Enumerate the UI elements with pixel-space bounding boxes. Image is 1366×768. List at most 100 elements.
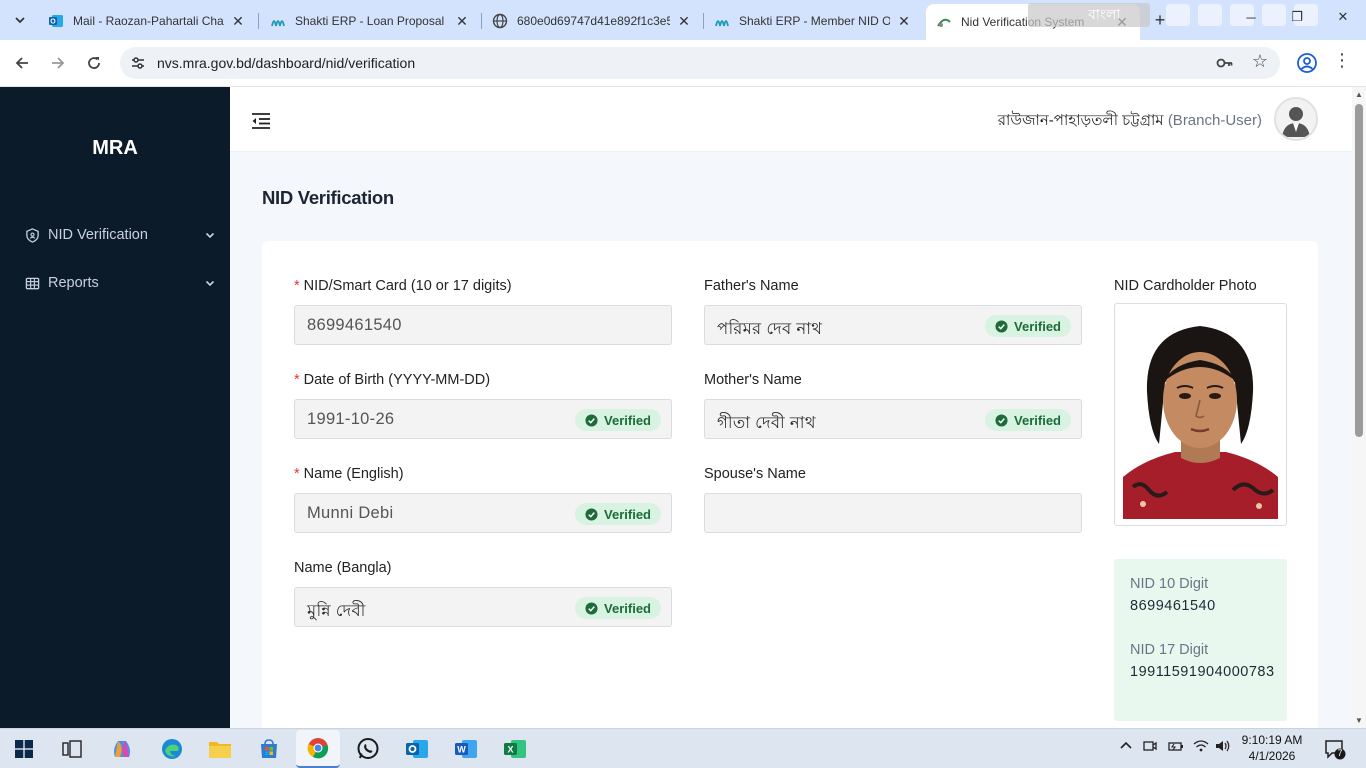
- browser-tab-strip: O Mail - Raozan-Pahartali Chat ✕ Shakti …: [0, 0, 1366, 40]
- chevron-up-icon[interactable]: [1119, 739, 1133, 756]
- minimize-icon[interactable]: ─: [1228, 0, 1274, 34]
- overlay-button[interactable]: [1198, 4, 1222, 26]
- copilot-button[interactable]: [108, 735, 136, 763]
- nid-summary-panel: NID 10 Digit 8699461540 NID 17 Digit 199…: [1114, 559, 1287, 721]
- word-button[interactable]: W: [452, 735, 480, 763]
- globe-icon: [492, 13, 508, 29]
- spouse-label: Spouse's Name: [704, 466, 806, 482]
- nid-input[interactable]: 8699461540: [294, 305, 672, 345]
- forward-button[interactable]: [45, 51, 71, 75]
- name-bn-input[interactable]: মুন্নি দেবী Verified: [294, 587, 672, 627]
- scroll-up-icon[interactable]: ▲: [1355, 90, 1363, 99]
- required-mark: *: [294, 278, 300, 294]
- language-label: বাংলা: [1088, 6, 1121, 22]
- badge-text: Verified: [1014, 412, 1061, 428]
- scrollbar-thumb[interactable]: [1355, 104, 1363, 437]
- father-name-input[interactable]: পরিমর দেব নাথ Verified: [704, 305, 1082, 345]
- avatar[interactable]: [1274, 97, 1318, 141]
- tab-close-icon[interactable]: ✕: [676, 13, 692, 30]
- tab-close-icon[interactable]: ✕: [454, 13, 470, 30]
- close-window-icon[interactable]: ✕: [1320, 0, 1366, 34]
- branch-name: রাউজান-পাহাড়তলী চট্টগ্রাম: [997, 112, 1164, 129]
- browser-tab-mail[interactable]: O Mail - Raozan-Pahartali Chat ✕: [38, 6, 256, 36]
- mother-name-input[interactable]: গীতা দেবী নাথ Verified: [704, 399, 1082, 439]
- overlay-button[interactable]: [1166, 4, 1190, 26]
- status-badge: Verified: [575, 409, 661, 431]
- chrome-icon: [307, 738, 329, 759]
- key-icon[interactable]: [1215, 53, 1235, 77]
- store-button[interactable]: [255, 735, 283, 763]
- spouse-name-input[interactable]: [704, 493, 1082, 533]
- browser-menu-icon[interactable]: ⋮: [1332, 50, 1352, 76]
- mother-label: Mother's Name: [704, 372, 802, 388]
- address-bar[interactable]: nvs.mra.gov.bd/dashboard/nid/verificatio…: [120, 47, 1280, 79]
- outlook-icon: O: [48, 13, 64, 29]
- reload-button[interactable]: [81, 51, 107, 75]
- dob-value: 1991-10-26: [307, 410, 395, 428]
- tab-title: 680e0d69747d41e892f1c3e5: [517, 14, 670, 28]
- sidebar-toggle-button[interactable]: [250, 111, 272, 131]
- windows-logo-icon: [15, 740, 33, 758]
- chevron-down-icon: [15, 17, 25, 24]
- system-clock[interactable]: 9:10:19 AM 4/1/2026: [1238, 732, 1306, 764]
- whatsapp-button[interactable]: [354, 735, 382, 763]
- scroll-down-icon[interactable]: ▼: [1355, 716, 1363, 725]
- start-button[interactable]: [10, 735, 38, 763]
- restore-icon[interactable]: ❐: [1274, 0, 1320, 34]
- badge-text: Verified: [604, 600, 651, 616]
- sidebar-item-reports[interactable]: Reports: [24, 271, 216, 295]
- edge-button[interactable]: [158, 735, 186, 763]
- badge-text: Verified: [1014, 318, 1061, 334]
- browser-tab-loan-proposal[interactable]: Shakti ERP - Loan Proposal L ✕: [260, 6, 480, 36]
- nid-label-text: NID/Smart Card (10 or 17 digits): [303, 278, 512, 294]
- meet-now-icon[interactable]: [1143, 739, 1157, 756]
- wifi-icon[interactable]: [1193, 739, 1209, 756]
- task-view-button[interactable]: [58, 735, 86, 763]
- status-badge: Verified: [575, 503, 661, 525]
- badge-text: Verified: [604, 412, 651, 428]
- page-title: NID Verification: [262, 187, 394, 208]
- check-circle-icon: [585, 507, 598, 521]
- mother-name-value: গীতা দেবী নাথ: [717, 414, 816, 432]
- user-avatar-icon: [1276, 99, 1316, 139]
- sidebar-item-nid-verification[interactable]: NID Verification: [24, 223, 216, 247]
- tab-title: Mail - Raozan-Pahartali Chat: [73, 14, 224, 28]
- status-badge: Verified: [985, 315, 1071, 337]
- brand-logo[interactable]: MRA: [0, 137, 230, 160]
- user-info[interactable]: রাউজান-পাহাড়তলী চট্টগ্রাম (Branch-User): [998, 109, 1262, 134]
- svg-text:X: X: [507, 745, 513, 755]
- tab-search-button[interactable]: [8, 7, 32, 33]
- language-overlay[interactable]: বাংলা: [1028, 3, 1150, 27]
- window-controls: ─ ❐ ✕: [1228, 0, 1366, 34]
- nvs-icon: [936, 14, 952, 30]
- profile-button[interactable]: [1296, 52, 1318, 74]
- outlook-button[interactable]: [403, 735, 431, 763]
- tab-close-icon[interactable]: ✕: [896, 13, 912, 30]
- dob-input[interactable]: 1991-10-26 Verified: [294, 399, 672, 439]
- father-name-value: পরিমর দেব নাথ: [717, 320, 823, 338]
- nid-10-value: 8699461540: [1130, 598, 1216, 614]
- reload-icon: [88, 57, 100, 69]
- nid-10-label: NID 10 Digit: [1130, 576, 1209, 592]
- copilot-icon: [114, 741, 130, 757]
- notification-button[interactable]: 7: [1324, 738, 1346, 760]
- status-badge: Verified: [575, 597, 661, 619]
- page-scrollbar[interactable]: ▲ ▼: [1352, 87, 1366, 728]
- excel-button[interactable]: X: [501, 735, 529, 763]
- chrome-button[interactable]: [296, 730, 340, 768]
- browser-tab-hash[interactable]: 680e0d69747d41e892f1c3e5 ✕: [482, 6, 702, 36]
- volume-icon[interactable]: [1215, 739, 1231, 756]
- menu-collapse-icon: [252, 113, 270, 129]
- shakti-icon: [714, 13, 730, 29]
- name-en-input[interactable]: Munni Debi Verified: [294, 493, 672, 533]
- file-explorer-button[interactable]: [206, 735, 234, 763]
- name-en-value: Munni Debi: [307, 504, 394, 522]
- check-circle-icon: [585, 413, 598, 427]
- tab-close-icon[interactable]: ✕: [230, 13, 246, 30]
- battery-icon[interactable]: [1168, 739, 1184, 756]
- bookmark-star-icon[interactable]: ☆: [1252, 51, 1268, 72]
- back-button[interactable]: [9, 51, 35, 75]
- site-info-icon[interactable]: [128, 53, 148, 73]
- app-header: রাউজান-পাহাড়তলী চট্টগ্রাম (Branch-User): [230, 87, 1352, 152]
- browser-tab-member-nid[interactable]: Shakti ERP - Member NID O ✕: [704, 6, 922, 36]
